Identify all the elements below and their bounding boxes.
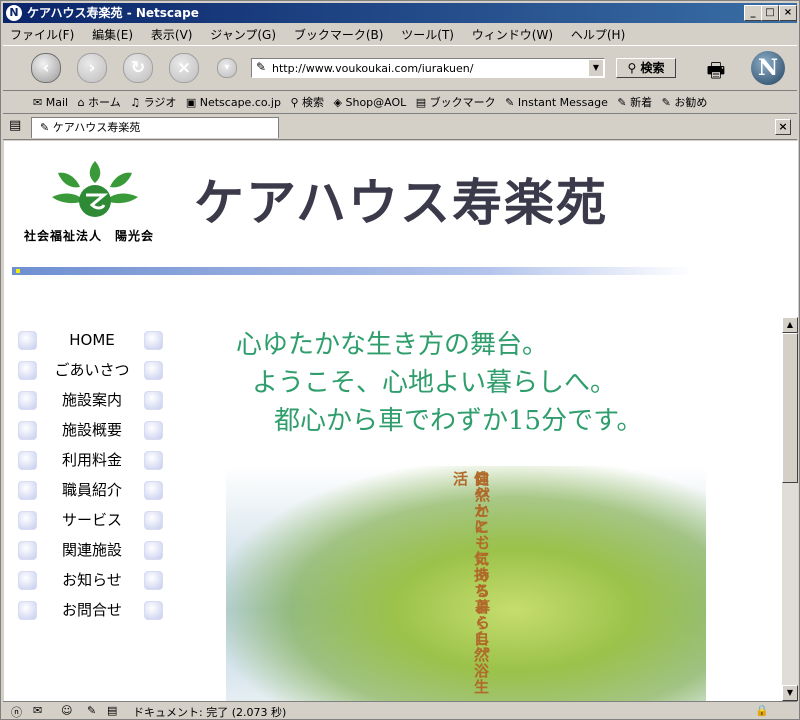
close-button[interactable]: × — [779, 5, 797, 21]
window-title: ケアハウス寿楽苑 - Netscape — [27, 6, 199, 20]
scroll-down-icon[interactable]: ▼ — [782, 685, 798, 701]
new-link[interactable]: ✎ 新着 — [617, 94, 652, 110]
bullet-icon — [144, 361, 163, 380]
menu-help[interactable]: ヘルプ(H) — [564, 24, 632, 43]
menu-view[interactable]: 表示(V) — [144, 24, 200, 43]
bullet-icon — [144, 451, 163, 470]
bullet-icon — [18, 451, 37, 470]
tab-main[interactable]: ✎ ケアハウス寿楽苑 — [31, 117, 279, 138]
home-icon[interactable]: ⌂ ホーム — [78, 94, 121, 110]
bullet-icon — [18, 361, 37, 380]
radio-icon[interactable]: ♫ ラジオ — [130, 94, 176, 110]
header-divider — [12, 267, 692, 275]
nav-facility-guide[interactable]: 施設案内 — [16, 389, 176, 419]
bullet-icon — [18, 571, 37, 590]
url-dropdown-icon[interactable]: ▼ — [589, 60, 603, 76]
composer-status-icon[interactable]: ✎ — [87, 704, 96, 717]
vertical-caption-2: 健やかに、気持ちよく自然浴生活 — [451, 471, 490, 695]
scroll-up-icon[interactable]: ▲ — [782, 317, 798, 333]
page-content: 社会福祉法人 陽光会 ケアハウス寿楽苑 HOME ごあいさつ 施設案内 施設概要… — [4, 141, 798, 701]
status-bar: ⓝ ✉ ☺ ✎ ▤ ドキュメント: 完了 (2.073 秒) 🔒 — [3, 701, 797, 720]
org-name: 社会福祉法人 陽光会 — [24, 229, 155, 243]
search-button[interactable]: ⚲ 検索 — [616, 58, 676, 78]
security-icon[interactable]: 🔒 — [755, 704, 769, 717]
reload-icon[interactable]: ↻ — [123, 53, 153, 83]
mail-status-icon[interactable]: ✉ — [33, 704, 42, 717]
netscape-status-icon[interactable]: ⓝ — [11, 704, 22, 720]
netscape-icon: N — [6, 5, 22, 21]
site-nav: HOME ごあいさつ 施設案内 施設概要 利用料金 職員紹介 サービス 関連施設… — [16, 329, 176, 629]
back-icon[interactable]: ‹ — [31, 53, 61, 83]
title-bar: N ケアハウス寿楽苑 - Netscape _ □ × — [3, 3, 797, 23]
menu-window[interactable]: ウィンドウ(W) — [465, 24, 560, 43]
minimize-button[interactable]: _ — [744, 5, 762, 21]
site-title: ケアハウス寿楽苑 — [194, 173, 608, 232]
print-icon[interactable]: 🖶 — [701, 56, 731, 82]
nav-staff[interactable]: 職員紹介 — [16, 479, 176, 509]
page-proxy-icon: ✎ — [256, 60, 267, 74]
personal-toolbar: ✉ Mail ⌂ ホーム ♫ ラジオ ▣ Netscape.co.jp ⚲ 検索… — [3, 91, 797, 114]
tagline-line-1: 心ゆたかな生き方の舞台。 — [236, 330, 549, 360]
menu-edit[interactable]: 編集(E) — [85, 24, 140, 43]
stop-icon[interactable]: × — [169, 53, 199, 83]
bullet-icon — [18, 541, 37, 560]
nav-fees[interactable]: 利用料金 — [16, 449, 176, 479]
url-bar[interactable]: ✎ ▼ — [251, 58, 605, 78]
navigation-toolbar: ‹ › ↻ × ▾ ✎ ▼ ⚲ 検索 🖶 N — [3, 45, 797, 91]
bullet-icon — [18, 481, 37, 500]
nav-services[interactable]: サービス — [16, 509, 176, 539]
instant-message-link[interactable]: ✎ Instant Message — [505, 96, 608, 109]
bullet-icon — [144, 601, 163, 620]
bullet-icon — [144, 511, 163, 530]
nav-related[interactable]: 関連施設 — [16, 539, 176, 569]
address-book-icon[interactable]: ▤ — [107, 704, 117, 717]
bullet-icon — [144, 331, 163, 350]
im-status-icon[interactable]: ☺ — [61, 704, 72, 717]
bullet-icon — [144, 541, 163, 560]
mail-icon[interactable]: ✉ Mail — [33, 96, 68, 109]
bullet-icon — [18, 511, 37, 530]
menu-bookmarks[interactable]: ブックマーク(B) — [287, 24, 391, 43]
tab-bar: ▤ ✎ ケアハウス寿楽苑 × — [3, 115, 797, 140]
bullet-icon — [144, 571, 163, 590]
bullet-icon — [18, 331, 37, 350]
menu-tools[interactable]: ツール(T) — [394, 24, 461, 43]
sun-logo-icon — [52, 161, 138, 217]
nav-home[interactable]: HOME — [16, 329, 176, 359]
nav-greeting[interactable]: ごあいさつ — [16, 359, 176, 389]
history-dropdown-icon[interactable]: ▾ — [217, 58, 237, 78]
status-text: ドキュメント: 完了 (2.073 秒) — [133, 706, 287, 719]
nav-contact[interactable]: お問合せ — [16, 599, 176, 629]
bullet-icon — [18, 391, 37, 410]
netscape-link[interactable]: ▣ Netscape.co.jp — [186, 96, 281, 109]
menu-file[interactable]: ファイル(F) — [3, 24, 81, 43]
search-link[interactable]: ⚲ 検索 — [290, 94, 324, 110]
search-icon: ⚲ — [627, 61, 637, 75]
netscape-logo[interactable]: N — [751, 51, 785, 85]
search-button-label: 検索 — [640, 61, 665, 75]
forward-icon[interactable]: › — [77, 53, 107, 83]
nav-facility-overview[interactable]: 施設概要 — [16, 419, 176, 449]
browser-window: N ケアハウス寿楽苑 - Netscape _ □ × ファイル(F) 編集(E… — [0, 0, 800, 720]
menu-go[interactable]: ジャンプ(G) — [203, 24, 283, 43]
bullet-icon — [144, 421, 163, 440]
vertical-scrollbar[interactable]: ▲ ▼ — [782, 317, 798, 701]
nav-news[interactable]: お知らせ — [16, 569, 176, 599]
url-input[interactable] — [272, 60, 582, 76]
scroll-thumb[interactable] — [782, 333, 798, 483]
recommend-link[interactable]: ✎ お勧め — [662, 94, 708, 110]
bullet-icon — [18, 601, 37, 620]
tagline-line-2: ようこそ、心地よい暮らしへ。 — [252, 368, 617, 398]
shop-link[interactable]: ◈ Shop@AOL — [334, 96, 407, 109]
close-tab-button[interactable]: × — [775, 119, 791, 135]
new-tab-icon[interactable]: ▤ — [9, 118, 21, 133]
bookmarks-link[interactable]: ▤ ブックマーク — [416, 94, 496, 110]
bullet-icon — [144, 481, 163, 500]
menu-bar: ファイル(F) 編集(E) 表示(V) ジャンプ(G) ブックマーク(B) ツー… — [3, 24, 797, 43]
bullet-icon — [18, 421, 37, 440]
bullet-icon — [144, 391, 163, 410]
tagline-line-3: 都心から車でわずか15分です。 — [274, 406, 643, 436]
maximize-button[interactable]: □ — [761, 5, 779, 21]
